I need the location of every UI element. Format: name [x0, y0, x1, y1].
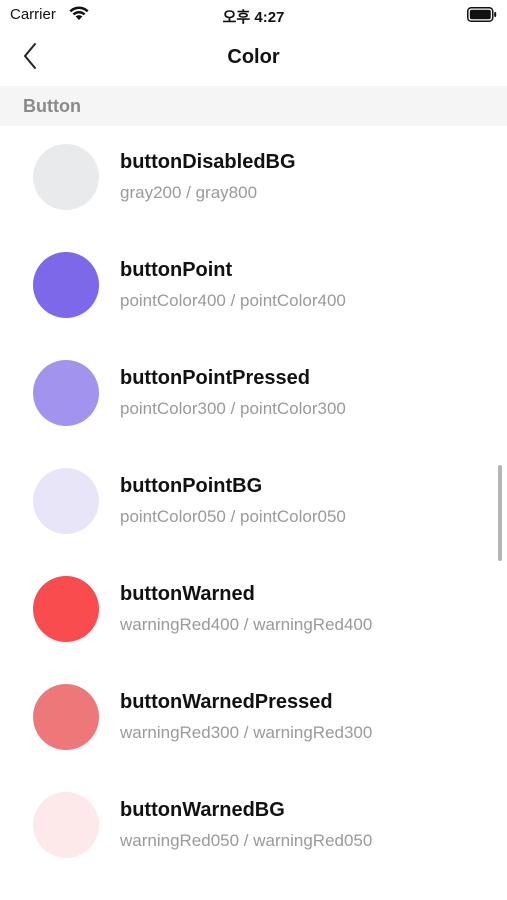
color-list: buttonDisabledBG gray200 / gray800 buttonP… [0, 126, 507, 882]
navigation-bar: Color [0, 30, 507, 86]
color-list-item[interactable]: buttonWarned warningRed400 / warningRed40… [0, 558, 507, 666]
page-title: Color [227, 46, 280, 68]
color-swatch [33, 360, 99, 426]
section-header: Button [0, 86, 507, 126]
color-list-item[interactable]: buttonPointPressed pointColor300 / pointC… [0, 342, 507, 450]
color-value: warningRed300 / warningRed300 [120, 723, 373, 742]
color-list-item[interactable]: buttonWarnedPressed warningRed300 / warni… [0, 666, 507, 774]
color-value: gray200 / gray800 [120, 183, 258, 202]
color-value: pointColor300 / pointColor300 [120, 399, 346, 418]
color-name: buttonWarnedPressed [120, 691, 333, 713]
color-value: pointColor400 / pointColor400 [120, 291, 346, 310]
color-name: buttonDisabledBG [120, 151, 296, 173]
color-name: buttonWarnedBG [120, 799, 285, 821]
color-name: buttonPointBG [120, 475, 263, 497]
color-swatch [33, 684, 99, 750]
color-swatch [33, 252, 99, 318]
color-swatch [33, 576, 99, 642]
status-bar: Carrier 오후 4:27 [0, 0, 507, 30]
battery-icon [467, 7, 497, 27]
color-list-item[interactable]: buttonDisabledBG gray200 / gray800 [0, 126, 507, 234]
color-list-item[interactable]: buttonPoint pointColor400 / pointColor400 [0, 234, 507, 342]
color-value: warningRed050 / warningRed050 [120, 831, 373, 850]
scroll-indicator[interactable] [498, 465, 502, 561]
color-value: warningRed400 / warningRed400 [120, 615, 373, 634]
color-swatch [33, 792, 99, 858]
color-value: pointColor050 / pointColor050 [120, 507, 346, 526]
color-name: buttonPointPressed [120, 367, 311, 389]
color-name: buttonPoint [120, 259, 233, 281]
color-swatch [33, 468, 99, 534]
status-time: 오후 4:27 [222, 9, 285, 26]
color-swatch [33, 144, 99, 210]
color-list-item[interactable]: buttonWarnedBG warningRed050 / warningRed… [0, 774, 507, 882]
color-name: buttonWarned [120, 583, 255, 605]
color-list-item[interactable]: buttonPointBG pointColor050 / pointColor0… [0, 450, 507, 558]
